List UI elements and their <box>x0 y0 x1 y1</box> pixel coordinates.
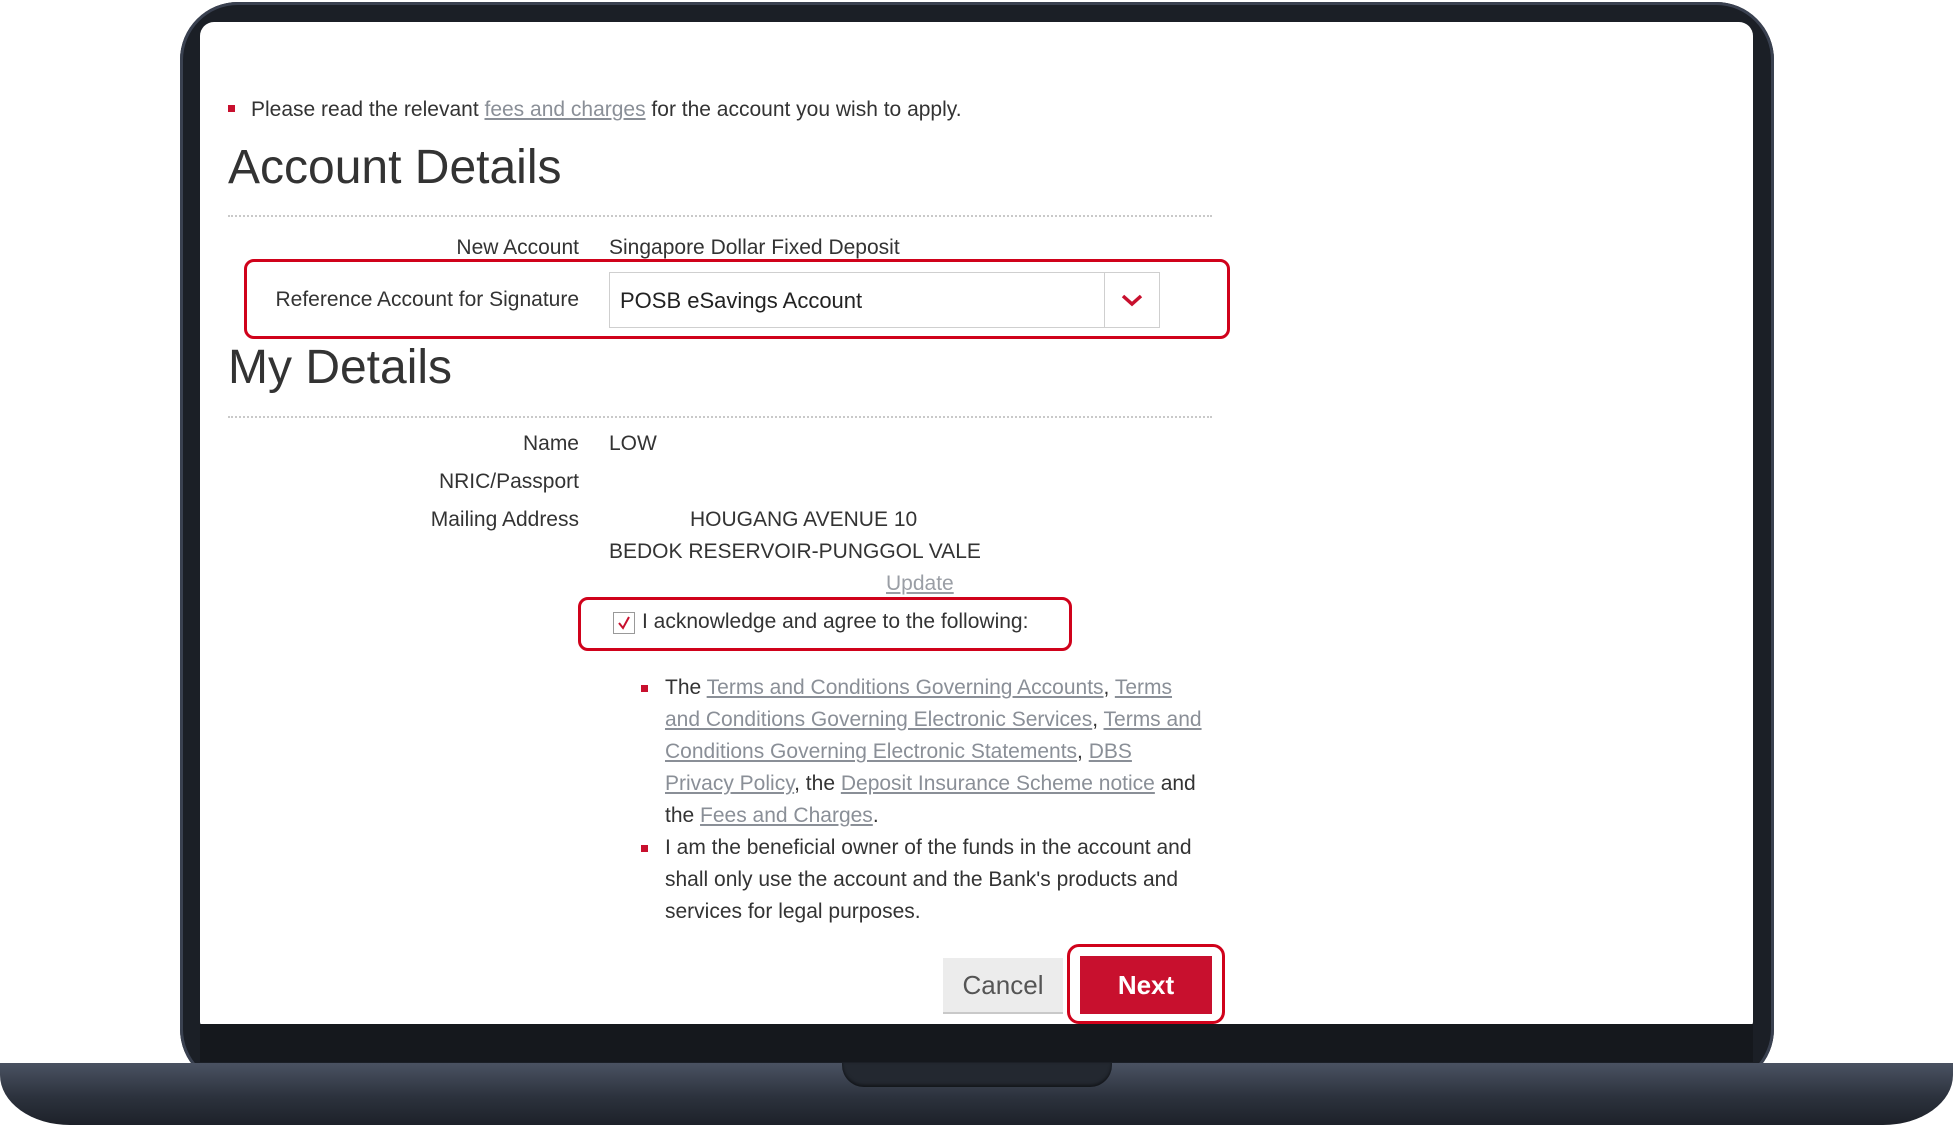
fees-notice: Please read the relevant fees and charge… <box>228 98 962 122</box>
account-details-title: Account Details <box>228 141 562 194</box>
acknowledge-label: I acknowledge and agree to the following… <box>642 610 1029 633</box>
address-line-1: HOUGANG AVENUE 10 <box>690 508 918 531</box>
checkmark-icon <box>618 616 630 630</box>
nric-label: NRIC/Passport <box>438 470 579 493</box>
list-item: The Terms and Conditions Governing Accou… <box>641 672 1205 832</box>
browser-screen: Please read the relevant fees and charge… <box>200 22 1753 1026</box>
bullet-icon <box>641 845 648 852</box>
terms-list: The Terms and Conditions Governing Accou… <box>641 672 1205 928</box>
chevron-down-icon <box>1121 294 1143 307</box>
new-account-value: Singapore Dollar Fixed Deposit <box>609 236 900 259</box>
fees-and-charges-link[interactable]: fees and charges <box>484 98 645 121</box>
next-button[interactable]: Next <box>1080 956 1212 1014</box>
dropdown-button[interactable] <box>1104 273 1159 327</box>
cancel-button[interactable]: Cancel <box>943 958 1063 1014</box>
address-line-2: BEDOK RESERVOIR-PUNGGOL VALE <box>609 540 981 563</box>
divider <box>228 416 1212 418</box>
terms-accounts-link[interactable]: Terms and Conditions Governing Accounts <box>707 676 1104 699</box>
name-label: Name <box>522 432 579 455</box>
bullet-icon <box>228 104 235 112</box>
divider <box>228 215 1212 217</box>
deposit-insurance-link[interactable]: Deposit Insurance Scheme notice <box>841 772 1155 795</box>
list-item: I am the beneficial owner of the funds i… <box>641 832 1205 928</box>
reference-account-select[interactable]: POSB eSavings Account <box>609 272 1160 328</box>
update-address-link[interactable]: Update <box>886 572 954 596</box>
screen-bezel <box>200 1024 1753 1062</box>
new-account-label: New Account <box>456 236 579 259</box>
my-details-title: My Details <box>228 341 453 394</box>
name-value: LOW <box>609 432 657 455</box>
fees-charges-link[interactable]: Fees and Charges <box>700 804 873 827</box>
reference-account-label: Reference Account for Signature <box>275 288 579 311</box>
laptop-notch <box>842 1063 1112 1087</box>
bullet-icon <box>641 685 648 692</box>
acknowledge-checkbox[interactable] <box>613 612 635 634</box>
mailing-address-label: Mailing Address <box>430 508 579 531</box>
reference-account-selected: POSB eSavings Account <box>620 288 863 313</box>
